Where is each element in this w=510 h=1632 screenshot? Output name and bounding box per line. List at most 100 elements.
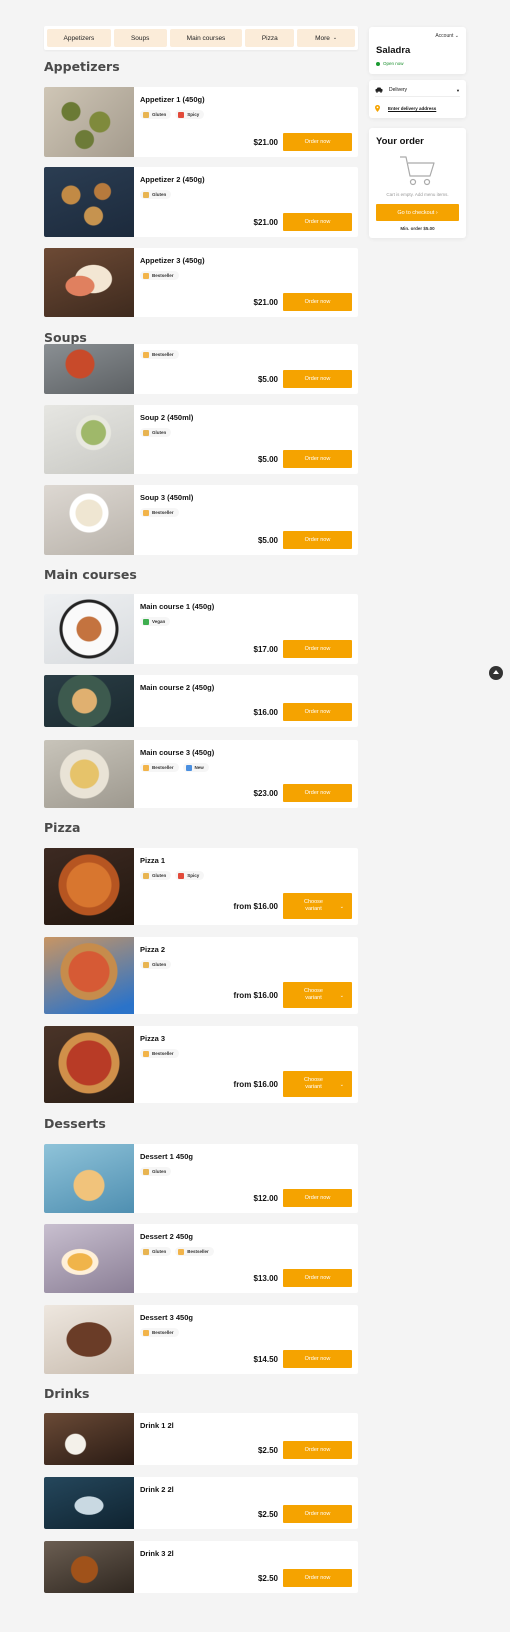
scroll-to-top-button[interactable]: [489, 666, 503, 680]
menu-item-name[interactable]: Main course 3 (450g): [140, 748, 214, 757]
button-label: Order now: [304, 456, 331, 462]
menu-item-image[interactable]: [44, 1305, 134, 1374]
order-now-button[interactable]: Order now: [283, 1505, 352, 1523]
checkout-label: Go to checkout: [397, 209, 435, 216]
order-now-button[interactable]: Order now: [283, 1569, 352, 1587]
order-now-button[interactable]: Order now: [283, 450, 352, 468]
menu-item-image[interactable]: [44, 1144, 134, 1213]
menu-item-card[interactable]: Dessert 2 450g Gluten Bestseller $13.00 Orde…: [44, 1224, 358, 1293]
tag-label: Gluten: [152, 192, 167, 197]
menu-item-name[interactable]: Main course 2 (450g): [140, 683, 214, 692]
menu-item-image[interactable]: [44, 1541, 134, 1593]
order-now-button[interactable]: Order now: [283, 1189, 352, 1207]
tab-main-courses[interactable]: Main courses: [169, 29, 243, 47]
menu-item-image[interactable]: [44, 1477, 134, 1529]
menu-item-name[interactable]: Soup 3 (450ml): [140, 493, 193, 502]
menu-item-price: $21.00: [253, 218, 278, 227]
order-now-button[interactable]: Order now: [283, 370, 352, 388]
menu-item-image[interactable]: [44, 87, 134, 157]
menu-item-image[interactable]: [44, 848, 134, 925]
account-menu[interactable]: Account ⌄: [435, 33, 459, 39]
menu-item-card[interactable]: Drink 2 2l $2.50 Order now: [44, 1477, 358, 1529]
button-label: Order now: [304, 709, 331, 715]
order-now-button[interactable]: Order now: [283, 640, 352, 658]
menu-item-image[interactable]: [44, 405, 134, 474]
menu-item-image[interactable]: [44, 248, 134, 317]
menu-item-card[interactable]: Drink 3 2l $2.50 Order now: [44, 1541, 358, 1593]
order-now-button[interactable]: Order now: [283, 1350, 352, 1368]
menu-item-card[interactable]: Appetizer 3 (450g) Bestseller $21.00 Order …: [44, 248, 358, 317]
min-order-text: Min. order $5.00: [400, 226, 435, 231]
menu-item-name[interactable]: Appetizer 2 (450g): [140, 175, 205, 184]
tag-label: Gluten: [152, 873, 167, 878]
order-now-button[interactable]: Order now: [283, 133, 352, 151]
choose-variant-button[interactable]: Choose variant ⌄: [283, 893, 352, 919]
menu-item-image[interactable]: [44, 344, 134, 394]
menu-item-image[interactable]: [44, 485, 134, 555]
tag-badge: Gluten: [140, 110, 172, 119]
menu-item-card[interactable]: Pizza 2 Gluten from $16.00 Choose variant ⌄: [44, 937, 358, 1014]
delivery-mode-select[interactable]: Delivery ▼: [375, 86, 460, 97]
enter-address-link[interactable]: Enter delivery address: [388, 106, 436, 111]
menu-item-card[interactable]: Dessert 1 450g Gluten $12.00 Order now: [44, 1144, 358, 1213]
menu-item-image[interactable]: [44, 937, 134, 1014]
menu-item-card[interactable]: Main course 2 (450g) $16.00 Order now: [44, 675, 358, 727]
checkout-button[interactable]: Go to checkout ›: [376, 204, 459, 221]
menu-item-name[interactable]: Drink 3 2l: [140, 1549, 174, 1558]
menu-item-card[interactable]: Bestseller $5.00 Order now: [44, 344, 358, 394]
menu-item-name[interactable]: Pizza 2: [140, 945, 165, 954]
menu-item-card[interactable]: Pizza 3 Bestseller from $16.00 Choose varia…: [44, 1026, 358, 1103]
menu-item-name[interactable]: Drink 2 2l: [140, 1485, 174, 1494]
menu-item-name[interactable]: Drink 1 2l: [140, 1421, 174, 1430]
menu-item-card[interactable]: Soup 2 (450ml) Gluten $5.00 Order now: [44, 405, 358, 474]
menu-item-image[interactable]: [44, 167, 134, 237]
menu-item-image[interactable]: [44, 1026, 134, 1103]
menu-item-card[interactable]: Dessert 3 450g Bestseller $14.50 Order now: [44, 1305, 358, 1374]
menu-item-name[interactable]: Dessert 2 450g: [140, 1232, 193, 1241]
order-now-button[interactable]: Order now: [283, 213, 352, 231]
order-now-button[interactable]: Order now: [283, 1269, 352, 1287]
tag-badge: Spicy: [175, 871, 205, 880]
tab-soups[interactable]: Soups: [113, 29, 167, 47]
open-status: Open now: [376, 61, 404, 66]
menu-item-name[interactable]: Main course 1 (450g): [140, 602, 214, 611]
order-now-button[interactable]: Order now: [283, 784, 352, 802]
menu-item-card[interactable]: Main course 1 (450g) Vegan $17.00 Order now: [44, 594, 358, 664]
menu-item-price: $23.00: [253, 789, 278, 798]
menu-item-price: from $16.00: [233, 902, 278, 911]
menu-item-image[interactable]: [44, 1413, 134, 1465]
tag-badge: Gluten: [140, 190, 172, 199]
menu-item-image[interactable]: [44, 740, 134, 808]
menu-item-card[interactable]: Appetizer 1 (450g) Gluten Spicy $21.00 Order…: [44, 87, 358, 157]
trophy-icon: [143, 764, 149, 771]
choose-variant-button[interactable]: Choose variant ⌄: [283, 1071, 352, 1097]
tab-appetizers[interactable]: Appetizers: [47, 29, 111, 47]
menu-item-card[interactable]: Pizza 1 Gluten Spicy from $16.00 Choose vari…: [44, 848, 358, 925]
tab-more[interactable]: More ⌄: [297, 29, 355, 47]
menu-item-card[interactable]: Appetizer 2 (450g) Gluten $21.00 Order now: [44, 167, 358, 237]
menu-item-name[interactable]: Appetizer 3 (450g): [140, 256, 205, 265]
menu-item-image[interactable]: [44, 1224, 134, 1293]
order-now-button[interactable]: Order now: [283, 1441, 352, 1459]
tag-label: Bestseller: [187, 1249, 209, 1254]
menu-item-card[interactable]: Soup 3 (450ml) Bestseller $5.00 Order now: [44, 485, 358, 555]
order-now-button[interactable]: Order now: [283, 293, 352, 311]
menu-item-name[interactable]: Dessert 1 450g: [140, 1152, 193, 1161]
choose-variant-button[interactable]: Choose variant ⌄: [283, 982, 352, 1008]
menu-item-name[interactable]: Appetizer 1 (450g): [140, 95, 205, 104]
menu-item-image[interactable]: [44, 594, 134, 664]
menu-item-name[interactable]: Soup 2 (450ml): [140, 413, 193, 422]
menu-item-card[interactable]: Main course 3 (450g) Bestseller New $23.00 O…: [44, 740, 358, 808]
section-title-desserts: Desserts: [44, 1116, 106, 1131]
menu-item-tags: Gluten Spicy: [140, 110, 205, 119]
menu-item-tags: Gluten: [140, 428, 172, 437]
menu-item-name[interactable]: Dessert 3 450g: [140, 1313, 193, 1322]
order-now-button[interactable]: Order now: [283, 703, 352, 721]
menu-item-name[interactable]: Pizza 1: [140, 856, 165, 865]
order-now-button[interactable]: Order now: [283, 531, 352, 549]
menu-item-card[interactable]: Drink 1 2l $2.50 Order now: [44, 1413, 358, 1465]
address-row[interactable]: Enter delivery address: [375, 103, 460, 113]
menu-item-name[interactable]: Pizza 3: [140, 1034, 165, 1043]
menu-item-image[interactable]: [44, 675, 134, 727]
tab-pizza[interactable]: Pizza: [245, 29, 295, 47]
